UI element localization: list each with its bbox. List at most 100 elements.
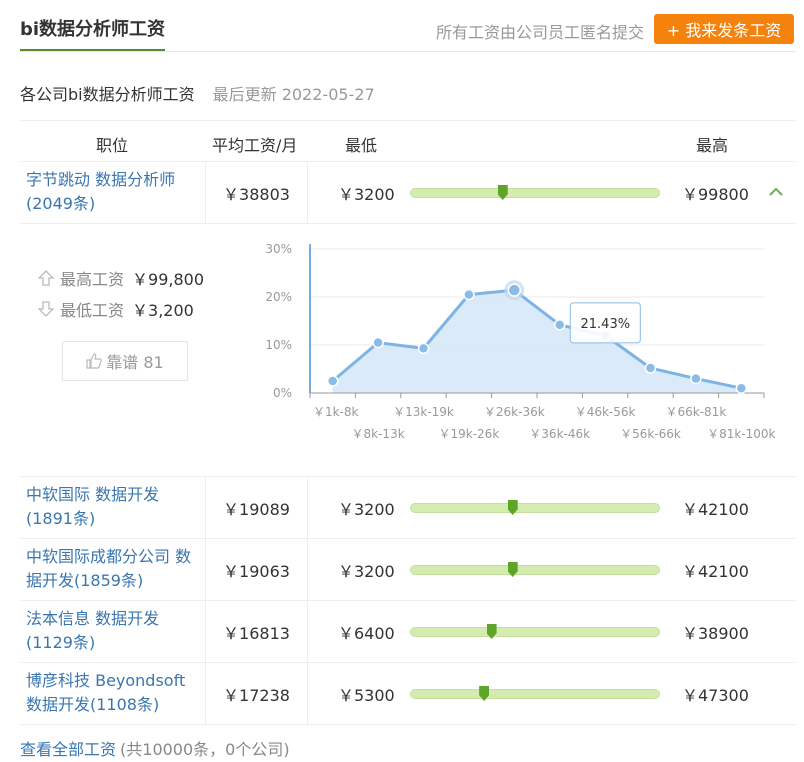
avg-salary: ￥19063 bbox=[206, 539, 308, 600]
submit-salary-button[interactable]: + 我来发条工资 bbox=[654, 14, 794, 44]
avg-marker bbox=[486, 624, 497, 639]
table-header: 职位 平均工资/月 最低 最高 bbox=[20, 120, 796, 162]
min-salary: ￥3200 bbox=[338, 499, 395, 519]
header: bi数据分析师工资 所有工资由公司员工匿名提交 + 我来发条工资 bbox=[20, 0, 796, 52]
company-job[interactable]: 法本信息 数据开发 bbox=[26, 607, 205, 631]
arrow-up-icon bbox=[38, 269, 54, 286]
last-updated: 最后更新 2022-05-27 bbox=[212, 85, 375, 104]
avg-marker bbox=[479, 686, 490, 701]
job-title-link[interactable]: 法本信息 数据开发 (1129条) bbox=[20, 601, 206, 662]
avg-marker bbox=[507, 500, 518, 515]
table-row[interactable]: 中软国际 数据开发 (1891条) ￥19089 ￥3200 ￥42100 bbox=[20, 477, 796, 539]
table-row[interactable]: 法本信息 数据开发 (1129条) ￥16813 ￥6400 ￥38900 bbox=[20, 601, 796, 663]
record-count[interactable]: (2049条) bbox=[26, 192, 205, 216]
y-tick-label: 10% bbox=[265, 338, 292, 352]
job-title-link[interactable]: 博彦科技 Beyondsoft 数据开发(1108条) bbox=[20, 663, 206, 724]
min-stat-value: ￥3,200 bbox=[132, 300, 194, 320]
table-row[interactable]: 字节跳动 数据分析师 (2049条) ￥38803 ￥3200 ￥99800 bbox=[20, 162, 796, 224]
record-count[interactable]: 据开发(1859条) bbox=[26, 569, 205, 593]
job-title-link[interactable]: 中软国际成都分公司 数 据开发(1859条) bbox=[20, 539, 206, 600]
max-stat-label: 最高工资 bbox=[60, 269, 125, 289]
x-tick-label: ￥1k-8k bbox=[313, 405, 359, 419]
salary-table: 职位 平均工资/月 最低 最高 字节跳动 数据分析师 (2049条) ￥3880… bbox=[20, 120, 796, 725]
data-point bbox=[507, 283, 522, 297]
max-salary: ￥38900 bbox=[682, 623, 749, 643]
total-count: (共10000条，0个公司) bbox=[120, 740, 290, 759]
data-point bbox=[553, 319, 566, 331]
footer: 查看全部工资 (共10000条，0个公司) bbox=[20, 736, 290, 760]
avg-marker bbox=[497, 185, 508, 200]
min-salary: ￥5300 bbox=[338, 685, 395, 705]
min-stat: 最低工资 ￥3,200 bbox=[38, 293, 204, 324]
section-subtitle: 各公司bi数据分析师工资 最后更新 2022-05-27 bbox=[20, 81, 375, 105]
min-salary: ￥3200 bbox=[338, 561, 395, 581]
page-title: bi数据分析师工资 bbox=[20, 18, 166, 51]
avg-salary: ￥38803 bbox=[206, 162, 308, 223]
arrow-down-icon bbox=[38, 300, 54, 317]
x-tick-label: ￥13k-19k bbox=[393, 405, 454, 419]
avg-salary: ￥17238 bbox=[206, 663, 308, 724]
min-salary: ￥3200 bbox=[338, 184, 395, 204]
data-point bbox=[463, 288, 475, 301]
header-min: 最低 bbox=[345, 136, 378, 155]
view-all-salaries-link[interactable]: 查看全部工资 bbox=[20, 740, 116, 759]
max-salary: ￥99800 bbox=[682, 184, 749, 204]
x-tick-label: ￥66k-81k bbox=[666, 405, 727, 419]
data-point bbox=[690, 372, 702, 385]
subtitle-text: 各公司bi数据分析师工资 bbox=[20, 85, 195, 104]
company-job[interactable]: 中软国际 数据开发 bbox=[26, 483, 205, 507]
table-row[interactable]: 博彦科技 Beyondsoft 数据开发(1108条) ￥17238 ￥5300… bbox=[20, 663, 796, 725]
area-fill bbox=[332, 290, 742, 393]
x-tick-label: ￥19k-26k bbox=[439, 427, 500, 441]
data-point bbox=[372, 336, 384, 349]
record-count[interactable]: 数据开发(1108条) bbox=[26, 693, 205, 717]
salary-range-bar bbox=[410, 185, 660, 200]
max-salary: ￥42100 bbox=[682, 499, 749, 519]
vote-label[interactable]: 靠谱 81 bbox=[106, 349, 163, 373]
salary-stats: 最高工资 ￥99,800 最低工资 ￥3,200 bbox=[38, 262, 204, 324]
anonymous-note: 所有工资由公司员工匿名提交 bbox=[435, 23, 644, 42]
record-count[interactable]: (1891条) bbox=[26, 507, 205, 531]
table-row[interactable]: 中软国际成都分公司 数 据开发(1859条) ￥19063 ￥3200 ￥421… bbox=[20, 539, 796, 601]
y-tick-label: 30% bbox=[265, 242, 292, 256]
header-avg: 平均工资/月 bbox=[212, 136, 298, 155]
x-tick-label: ￥8k-13k bbox=[352, 427, 405, 441]
chevron-up-icon[interactable] bbox=[768, 184, 784, 200]
salary-range-bar bbox=[410, 562, 660, 577]
salary-detail-panel: 最高工资 ￥99,800 最低工资 ￥3,200 靠谱 81 0% 10% 20% 30%… bbox=[20, 224, 796, 477]
max-stat-value: ￥99,800 bbox=[132, 269, 205, 289]
y-tick-label: 0% bbox=[273, 386, 292, 400]
tooltip-label: 21.43% bbox=[581, 317, 631, 332]
company-job[interactable]: 中软国际成都分公司 数 bbox=[26, 545, 205, 569]
x-tick-label: ￥56k-66k bbox=[620, 427, 681, 441]
data-point bbox=[417, 342, 430, 355]
avg-salary: ￥19089 bbox=[206, 477, 308, 538]
data-point bbox=[735, 382, 748, 394]
x-tick-label: ￥81k-100k bbox=[707, 427, 775, 441]
company-job[interactable]: 字节跳动 数据分析师 bbox=[26, 168, 205, 192]
record-count[interactable]: (1129条) bbox=[26, 631, 205, 655]
x-tick-label: ￥26k-36k bbox=[484, 405, 545, 419]
thumbs-up-icon bbox=[86, 353, 103, 369]
data-point bbox=[326, 375, 339, 387]
header-position: 职位 bbox=[96, 136, 129, 155]
max-salary: ￥47300 bbox=[682, 685, 749, 705]
salary-range-bar bbox=[410, 686, 660, 701]
x-tick-label: ￥46k-56k bbox=[575, 405, 636, 419]
salary-range-bar bbox=[410, 500, 660, 515]
vote-button[interactable]: 靠谱 81 bbox=[62, 341, 188, 381]
max-stat: 最高工资 ￥99,800 bbox=[38, 262, 204, 293]
x-tick-label: ￥36k-46k bbox=[529, 427, 590, 441]
y-tick-label: 20% bbox=[265, 290, 292, 304]
data-point bbox=[644, 362, 657, 374]
header-max: 最高 bbox=[696, 136, 729, 155]
salary-range-bar bbox=[410, 624, 660, 639]
min-stat-label: 最低工资 bbox=[60, 300, 125, 320]
max-salary: ￥42100 bbox=[682, 561, 749, 581]
job-title-link[interactable]: 中软国际 数据开发 (1891条) bbox=[20, 477, 206, 538]
min-salary: ￥6400 bbox=[338, 623, 395, 643]
job-title-link[interactable]: 字节跳动 数据分析师 (2049条) bbox=[20, 162, 206, 223]
company-job[interactable]: 博彦科技 Beyondsoft bbox=[26, 669, 205, 693]
avg-marker bbox=[507, 562, 518, 577]
avg-salary: ￥16813 bbox=[206, 601, 308, 662]
